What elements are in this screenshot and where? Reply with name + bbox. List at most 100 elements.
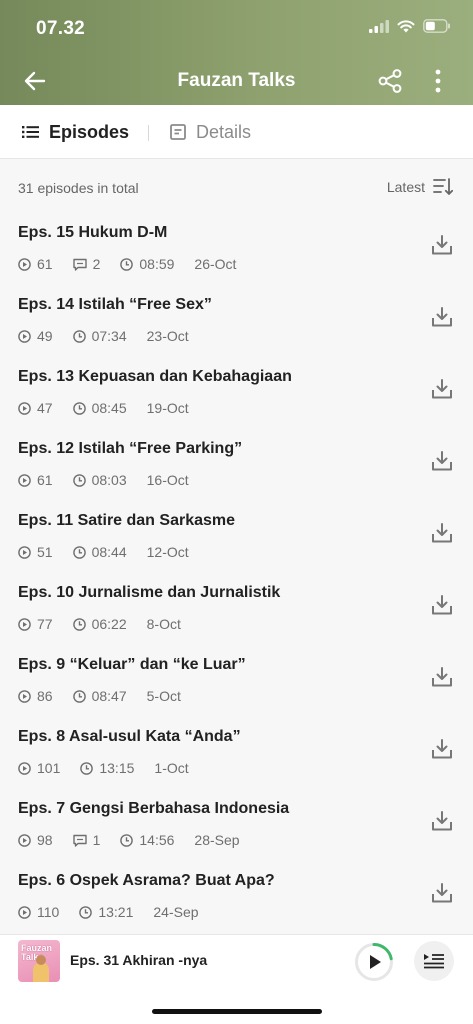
- more-options-icon[interactable]: [429, 68, 447, 94]
- comment-icon: [72, 258, 87, 271]
- episode-row[interactable]: Eps. 6 Ospek Asrama? Buat Apa? 110 13:21 24…: [0, 860, 473, 932]
- download-icon[interactable]: [431, 522, 453, 544]
- tab-details-label: Details: [196, 121, 252, 142]
- playlist-icon: [424, 954, 444, 969]
- publish-date: 16-Oct: [146, 472, 189, 488]
- download-icon[interactable]: [431, 306, 453, 328]
- comment-icon: [72, 834, 87, 847]
- comment-count: 2: [72, 256, 100, 272]
- details-icon: [170, 124, 186, 140]
- back-arrow-icon[interactable]: [22, 68, 48, 94]
- download-icon[interactable]: [431, 882, 453, 904]
- tab-divider: [148, 125, 149, 141]
- episode-title[interactable]: Eps. 10 Jurnalisme dan Jurnalistik: [18, 584, 280, 602]
- battery-icon: [423, 19, 450, 33]
- play-count-icon: [18, 401, 31, 415]
- episode-title[interactable]: Eps. 11 Satire dan Sarkasme: [18, 512, 235, 530]
- play-count-icon: [18, 617, 31, 631]
- duration: 13:15: [80, 760, 134, 776]
- publish-date: 1-Oct: [154, 760, 189, 776]
- episode-meta: 61 2 08:59 26-Oct: [18, 256, 256, 272]
- duration: 08:47: [72, 688, 127, 704]
- episode-row[interactable]: Eps. 14 Istilah “Free Sex” 49 07:34 23-Oct: [0, 284, 473, 356]
- play-count-icon: [18, 329, 31, 343]
- play-count: 47: [18, 400, 53, 416]
- episode-title[interactable]: Eps. 8 Asal-usul Kata “Anda”: [18, 728, 241, 746]
- podcast-cover[interactable]: Fauzan Talks: [18, 940, 60, 982]
- publish-date: 26-Oct: [194, 256, 237, 272]
- clock-icon: [72, 401, 86, 415]
- playlist-button[interactable]: [414, 941, 454, 981]
- download-icon[interactable]: [431, 234, 453, 256]
- publish-date: 28-Sep: [194, 832, 240, 848]
- sort-button[interactable]: Latest: [387, 178, 453, 196]
- play-count: 86: [18, 688, 53, 704]
- play-count-icon: [18, 545, 31, 559]
- play-count: 61: [18, 256, 53, 272]
- duration: 06:22: [72, 616, 127, 632]
- sort-label: Latest: [386, 179, 425, 195]
- play-count: 51: [18, 544, 53, 560]
- duration: 13:21: [79, 904, 133, 920]
- home-indicator: [152, 1009, 322, 1014]
- download-icon[interactable]: [431, 738, 453, 760]
- duration: 08:44: [72, 544, 127, 560]
- episode-row[interactable]: Eps. 9 “Keluar” dan “ke Luar” 86 08:47 5-Oc…: [0, 644, 473, 716]
- episode-row[interactable]: Eps. 8 Asal-usul Kata “Anda” 101 13:15 1-Oc…: [0, 716, 473, 788]
- duration: 07:34: [72, 328, 127, 344]
- episode-meta: 61 08:03 16-Oct: [18, 472, 209, 488]
- play-count: 101: [18, 760, 60, 776]
- sort-icon: [433, 178, 453, 195]
- download-icon[interactable]: [431, 450, 453, 472]
- play-count: 110: [18, 904, 59, 920]
- play-count-icon: [18, 833, 31, 847]
- comment-count: 1: [72, 832, 100, 848]
- publish-date: 12-Oct: [146, 544, 189, 560]
- share-icon[interactable]: [377, 68, 403, 94]
- clock-icon: [79, 905, 93, 919]
- download-icon[interactable]: [431, 666, 453, 688]
- episode-count: 31 episodes in total: [18, 180, 139, 196]
- episode-title[interactable]: Eps. 13 Kepuasan dan Kebahagiaan: [18, 368, 292, 386]
- episode-title[interactable]: Eps. 7 Gengsi Berbahasa Indonesia: [18, 800, 289, 818]
- cover-person-body: [33, 962, 49, 982]
- episode-row[interactable]: Eps. 10 Jurnalisme dan Jurnalistik 77 06:2…: [0, 572, 473, 644]
- now-playing-title[interactable]: Eps. 31 Akhiran -nya: [70, 952, 207, 968]
- episode-meta: 49 07:34 23-Oct: [18, 328, 209, 344]
- publish-date: 23-Oct: [146, 328, 189, 344]
- play-count-icon: [18, 761, 31, 775]
- tab-details[interactable]: Details: [170, 105, 251, 159]
- list-icon: [22, 126, 39, 138]
- clock-icon: [72, 473, 86, 487]
- play-count-icon: [18, 689, 31, 703]
- clock-icon: [80, 761, 94, 775]
- episode-title[interactable]: Eps. 12 Istilah “Free Parking”: [18, 440, 242, 458]
- episode-meta: 86 08:47 5-Oct: [18, 688, 201, 704]
- publish-date: 8-Oct: [146, 616, 181, 632]
- tab-episodes[interactable]: Episodes: [22, 105, 129, 159]
- episode-meta: 77 06:22 8-Oct: [18, 616, 201, 632]
- episode-row[interactable]: Eps. 11 Satire dan Sarkasme 51 08:44 12-Oct: [0, 500, 473, 572]
- episode-title[interactable]: Eps. 14 Istilah “Free Sex”: [18, 296, 212, 314]
- wifi-icon: [397, 20, 415, 33]
- download-icon[interactable]: [431, 594, 453, 616]
- episode-row[interactable]: Eps. 13 Kepuasan dan Kebahagiaan 47 08:45 1…: [0, 356, 473, 428]
- episode-title[interactable]: Eps. 9 “Keluar” dan “ke Luar”: [18, 656, 246, 674]
- cellular-signal-icon: [369, 19, 389, 33]
- episode-title[interactable]: Eps. 15 Hukum D-M: [18, 224, 167, 242]
- play-button[interactable]: [354, 942, 394, 982]
- download-icon[interactable]: [431, 378, 453, 400]
- episode-title[interactable]: Eps. 6 Ospek Asrama? Buat Apa?: [18, 872, 275, 890]
- play-count: 77: [18, 616, 53, 632]
- status-bar: 07.32: [0, 0, 473, 56]
- play-count-icon: [18, 257, 31, 271]
- episode-row[interactable]: Eps. 15 Hukum D-M 61 2 08:59 26-Oct: [0, 212, 473, 284]
- play-count-icon: [18, 905, 31, 919]
- episode-row[interactable]: Eps. 7 Gengsi Berbahasa Indonesia 98 1 14:5…: [0, 788, 473, 860]
- mini-player[interactable]: Fauzan Talks Eps. 31 Akhiran -nya: [0, 934, 473, 1024]
- episode-row[interactable]: Eps. 12 Istilah “Free Parking” 61 08:03 16-…: [0, 428, 473, 500]
- publish-date: 19-Oct: [146, 400, 189, 416]
- download-icon[interactable]: [431, 810, 453, 832]
- publish-date: 5-Oct: [146, 688, 181, 704]
- play-count-icon: [18, 473, 31, 487]
